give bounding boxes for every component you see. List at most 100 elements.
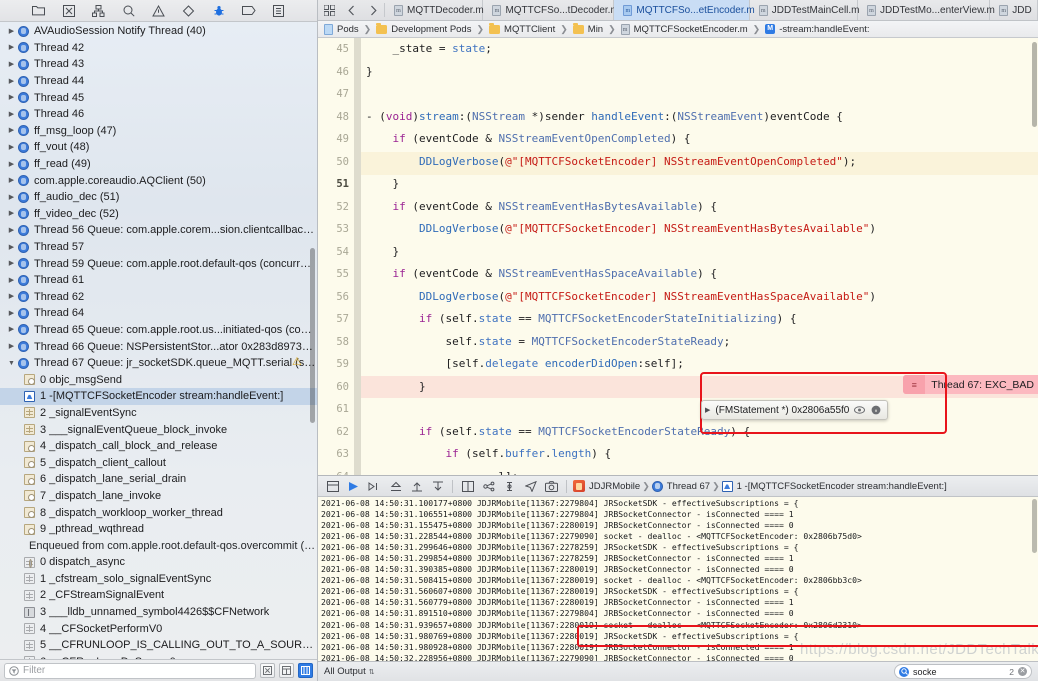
editor-tab[interactable]: m MQTTDecoder.m bbox=[385, 0, 484, 20]
line-number[interactable]: 51 bbox=[318, 173, 349, 196]
disclosure-right-icon[interactable]: ▶ bbox=[6, 144, 17, 151]
stack-frame-row[interactable]: 0 dispatch_async bbox=[0, 554, 317, 571]
console-scrollbar[interactable] bbox=[1032, 499, 1037, 553]
simulate-location-icon[interactable] bbox=[520, 476, 541, 496]
line-number[interactable]: 48 bbox=[318, 106, 349, 129]
code-line[interactable]: [self.delegate encoderDidOpen:self]; bbox=[366, 353, 1038, 376]
breadcrumb-segment[interactable]: Min bbox=[572, 22, 603, 35]
enqueued-label-row[interactable]: ▶ Enqueued from com.apple.root.default-qo… bbox=[0, 537, 317, 554]
line-number[interactable]: 63 bbox=[318, 443, 349, 466]
code-line[interactable] bbox=[366, 83, 1038, 106]
navigate-back-icon[interactable] bbox=[340, 0, 362, 20]
thread-row[interactable]: ▶ Thread 42 bbox=[0, 40, 317, 57]
continue-execution-icon[interactable] bbox=[343, 476, 364, 496]
disclosure-right-icon[interactable]: ▶ bbox=[6, 227, 17, 234]
disclosure-right-icon[interactable]: ▶ bbox=[6, 194, 17, 201]
test-icon[interactable] bbox=[182, 4, 196, 17]
debug-console[interactable]: 2021-06-08 14:50:31.100177+0800 JDJRMobi… bbox=[318, 497, 1038, 661]
disclosure-down-icon[interactable]: ▼ bbox=[6, 360, 17, 367]
breadcrumb-segment[interactable]: M -stream:handleEvent: bbox=[765, 24, 870, 35]
stack-frame-row[interactable]: 4 _dispatch_call_block_and_release bbox=[0, 438, 317, 455]
thread-row[interactable]: ▶ Thread 61 bbox=[0, 272, 317, 289]
output-filter-chevron-icon[interactable]: ⇅ bbox=[369, 668, 375, 676]
line-number[interactable]: 62 bbox=[318, 421, 349, 444]
editor-tab[interactable]: m JDD bbox=[990, 0, 1038, 20]
debug-frame-crumb[interactable]: 1 -[MQTTCFSocketEncoder stream:handleEve… bbox=[720, 480, 949, 492]
stack-frame-row[interactable]: 1 -[MQTTCFSocketEncoder stream:handleEve… bbox=[0, 388, 317, 405]
stack-frame-row[interactable]: 4 __CFSocketPerformV0 bbox=[0, 620, 317, 637]
disclosure-right-icon[interactable]: ▶ bbox=[6, 44, 17, 51]
line-number[interactable]: 59 bbox=[318, 353, 349, 376]
disclosure-right-icon[interactable]: ▶ bbox=[6, 244, 17, 251]
disclosure-right-icon[interactable]: ▶ bbox=[6, 61, 17, 68]
source-control-icon[interactable] bbox=[62, 4, 76, 17]
stack-frame-row[interactable]: 2 _CFStreamSignalEvent bbox=[0, 587, 317, 604]
stack-frame-row[interactable]: 6 __CFRunLoopDoSource0 bbox=[0, 654, 317, 659]
code-line[interactable]: } bbox=[366, 173, 1038, 196]
line-number[interactable]: 64 bbox=[318, 466, 349, 476]
breadcrumb-segment[interactable]: Pods bbox=[324, 23, 359, 35]
line-number[interactable]: 45 bbox=[318, 38, 349, 61]
stack-frame-row[interactable]: 9 _pthread_wqthread bbox=[0, 521, 317, 538]
filter-threads-button[interactable] bbox=[298, 663, 313, 678]
filter-crash-button[interactable] bbox=[260, 663, 275, 678]
disclosure-right-icon[interactable]: ▶ bbox=[6, 343, 17, 350]
stack-frame-row[interactable]: 1 _cfstream_solo_signalEventSync bbox=[0, 571, 317, 588]
stack-frame-row[interactable]: 8 _dispatch_workloop_worker_thread bbox=[0, 504, 317, 521]
code-line[interactable]: - (void)stream:(NSStream *)sender handle… bbox=[366, 106, 1038, 129]
symbol-icon[interactable] bbox=[92, 4, 106, 17]
editor-tab[interactable]: m MQTTCFSo...tDecoder.m bbox=[483, 0, 619, 20]
warning-icon[interactable] bbox=[152, 4, 166, 17]
thread-row[interactable]: ▶ ff_vout (48) bbox=[0, 139, 317, 156]
editor-tab[interactable]: m MQTTCFSo...etEncoder.m bbox=[614, 0, 755, 20]
step-into-icon[interactable] bbox=[385, 476, 406, 496]
code-line[interactable]: if (eventCode & NSStreamEventHasBytesAva… bbox=[366, 196, 1038, 219]
step-out-alt-icon[interactable] bbox=[427, 476, 448, 496]
line-number[interactable]: 60 bbox=[318, 376, 349, 399]
stack-frame-row[interactable]: 3 ___signalEventQueue_block_invoke bbox=[0, 421, 317, 438]
thread-row[interactable]: ▶ Thread 62 bbox=[0, 289, 317, 306]
thread-row[interactable]: ▶ Thread 44 bbox=[0, 73, 317, 90]
code-line[interactable]: if (eventCode & NSStreamEventHasSpaceAva… bbox=[366, 263, 1038, 286]
thread-row[interactable]: ▶ ff_msg_loop (47) bbox=[0, 123, 317, 140]
stack-frame-row[interactable]: 3 ___lldb_unnamed_symbol4426$$CFNetwork bbox=[0, 604, 317, 621]
breadcrumb-segment[interactable]: MQTTClient bbox=[489, 22, 555, 35]
stack-frame-row[interactable]: 5 _dispatch_client_callout bbox=[0, 454, 317, 471]
memory-graph-icon[interactable] bbox=[478, 476, 499, 496]
code-line[interactable]: DDLogVerbose(@"[MQTTCFSocketEncoder] NSS… bbox=[366, 286, 1038, 309]
thread-row[interactable]: ▶ ff_video_dec (52) bbox=[0, 206, 317, 223]
disclosure-right-icon[interactable]: ▶ bbox=[6, 161, 17, 168]
code-line[interactable]: DDLogVerbose(@"[MQTTCFSocketEncoder] NSS… bbox=[366, 218, 1038, 241]
disclosure-right-icon[interactable]: ▶ bbox=[6, 260, 17, 267]
disclosure-triangle-icon[interactable]: ▶ bbox=[705, 406, 710, 414]
code-line[interactable]: ... l]; bbox=[366, 466, 1038, 476]
folder-icon[interactable] bbox=[32, 4, 46, 17]
line-number[interactable]: 58 bbox=[318, 331, 349, 354]
console-search-field[interactable]: socke 2 ✕ bbox=[894, 664, 1032, 679]
debug-process-crumb[interactable]: JDJRMobile bbox=[571, 480, 642, 492]
exception-badge[interactable]: ≡ Thread 67: EXC_BAD bbox=[903, 375, 1038, 394]
code-line[interactable]: self.state = MQTTCFSocketEncoderStateRea… bbox=[366, 331, 1038, 354]
thread-row[interactable]: ▶ Thread 43 bbox=[0, 56, 317, 73]
code-line[interactable]: DDLogVerbose(@"[MQTTCFSocketEncoder] NSS… bbox=[366, 151, 1038, 174]
hide-console-icon[interactable] bbox=[322, 476, 343, 496]
step-out-icon[interactable] bbox=[406, 476, 427, 496]
line-number[interactable]: 52 bbox=[318, 196, 349, 219]
line-number[interactable]: 50 bbox=[318, 151, 349, 174]
stack-frame-row[interactable]: 0 objc_msgSend bbox=[0, 371, 317, 388]
disclosure-right-icon[interactable]: ▶ bbox=[6, 293, 17, 300]
disclosure-right-icon[interactable]: ▶ bbox=[6, 94, 17, 101]
disclosure-right-icon[interactable]: ▶ bbox=[6, 210, 17, 217]
code-line[interactable]: } bbox=[366, 241, 1038, 264]
thread-row[interactable]: ▶ ff_audio_dec (51) bbox=[0, 189, 317, 206]
code-line[interactable]: } bbox=[366, 61, 1038, 84]
screenshot-icon[interactable] bbox=[541, 476, 562, 496]
line-number[interactable]: 53 bbox=[318, 218, 349, 241]
line-number-gutter[interactable]: 4546474849505152535455565758596061626364… bbox=[318, 38, 354, 475]
info-icon[interactable] bbox=[870, 405, 881, 416]
breadcrumb-segment[interactable]: m MQTTCFSocketEncoder.m bbox=[620, 23, 748, 35]
step-over-icon[interactable] bbox=[364, 476, 385, 496]
code-line[interactable]: _state = state; bbox=[366, 38, 1038, 61]
editor-tab[interactable]: m JDDTestMo...enterView.m bbox=[858, 0, 995, 20]
thread-row[interactable]: ▶ AVAudioSession Notify Thread (40) bbox=[0, 23, 317, 40]
